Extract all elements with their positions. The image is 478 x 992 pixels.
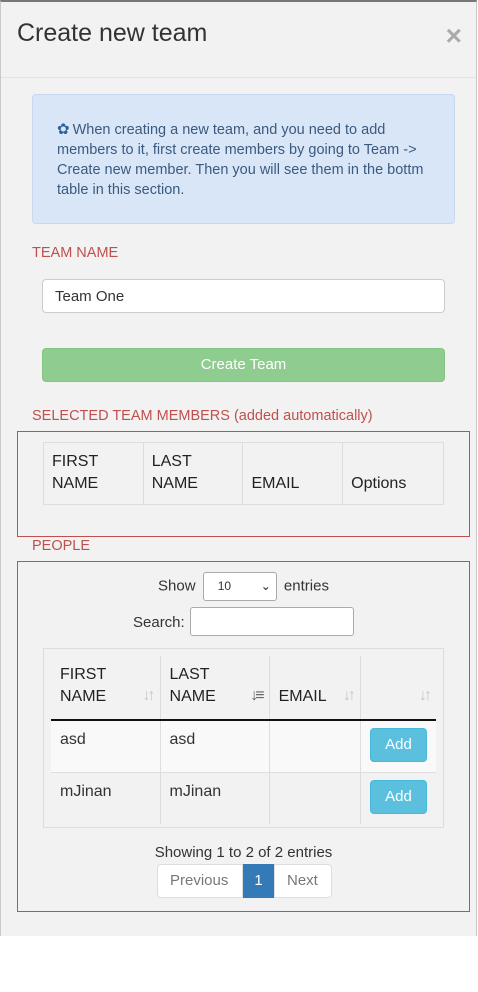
people-label: PEOPLE xyxy=(32,538,91,554)
create-team-button[interactable]: Create Team xyxy=(42,348,445,382)
create-team-modal: Create new team × ✿ When creating a new t… xyxy=(0,0,477,936)
close-icon[interactable]: × xyxy=(446,22,462,50)
cell-first-name: mJinan xyxy=(51,772,161,824)
column-header-options: Options xyxy=(342,442,444,505)
sort-icon: ↓↑ xyxy=(142,687,156,704)
modal-header: Create new team × xyxy=(1,2,476,78)
team-name-input[interactable] xyxy=(42,279,445,313)
show-label: Show xyxy=(158,577,196,595)
people-box: Show 10 ⌄ entries Search: FIRST NAME ↓↑ L… xyxy=(17,561,470,912)
selected-members-label: SELECTED TEAM MEMBERS (added automatical… xyxy=(32,408,373,424)
cell-email xyxy=(269,772,361,824)
column-header-action[interactable]: ↓↑ xyxy=(360,656,436,721)
add-button[interactable]: Add xyxy=(369,780,427,814)
selected-members-box: FIRST NAME LAST NAME EMAIL Options xyxy=(17,431,470,537)
chevron-down-icon: ⌄ xyxy=(260,579,271,593)
people-table: FIRST NAME ↓↑ LAST NAME ↓≡ EMAIL ↓↑ ↓↑ a… xyxy=(51,656,436,824)
table-header-row: FIRST NAME LAST NAME EMAIL Options xyxy=(43,442,444,505)
column-header-email[interactable]: EMAIL ↓↑ xyxy=(269,656,361,721)
length-select[interactable]: 10 ⌄ xyxy=(202,572,277,601)
column-header-last-name: LAST NAME xyxy=(142,442,244,505)
cell-last-name: mJinan xyxy=(160,772,270,824)
column-header-last-name[interactable]: LAST NAME ↓≡ xyxy=(160,656,270,721)
page-1-button[interactable]: 1 xyxy=(243,864,274,898)
people-table-wrapper: FIRST NAME ↓↑ LAST NAME ↓≡ EMAIL ↓↑ ↓↑ a… xyxy=(43,648,444,828)
modal-title: Create new team xyxy=(17,19,208,47)
team-name-label: TEAM NAME xyxy=(32,245,119,261)
sort-ascending-icon: ↓≡ xyxy=(250,687,264,704)
cell-email xyxy=(269,719,361,773)
gear-icon: ✿ xyxy=(57,121,70,138)
table-header-row: FIRST NAME ↓↑ LAST NAME ↓≡ EMAIL ↓↑ ↓↑ xyxy=(51,656,436,721)
column-header-first-name[interactable]: FIRST NAME ↓↑ xyxy=(51,656,161,721)
column-header-email: EMAIL xyxy=(242,442,344,505)
table-row: asd asd Add xyxy=(51,719,436,773)
sort-icon: ↓↑ xyxy=(342,687,356,704)
search-label: Search: xyxy=(133,614,185,631)
column-header-label: EMAIL xyxy=(278,688,327,705)
selected-members-table: FIRST NAME LAST NAME EMAIL Options xyxy=(43,442,444,505)
pagination: Previous 1 Next xyxy=(157,864,332,898)
cell-action: Add xyxy=(360,772,436,824)
length-value: 10 xyxy=(217,579,232,593)
cell-last-name: asd xyxy=(160,719,270,773)
table-info: Showing 1 to 2 of 2 entries xyxy=(154,844,333,861)
table-row: mJinan mJinan Add xyxy=(51,772,436,824)
length-control: Show 10 ⌄ entries xyxy=(18,572,469,601)
column-header-first-name: FIRST NAME xyxy=(43,442,144,505)
next-page-button[interactable]: Next xyxy=(274,864,332,898)
search-input[interactable] xyxy=(190,607,354,636)
entries-label: entries xyxy=(283,577,329,595)
add-button[interactable]: Add xyxy=(369,728,427,762)
cell-first-name: asd xyxy=(51,719,161,773)
info-text: When creating a new team, and you need t… xyxy=(57,122,424,198)
info-alert: ✿ When creating a new team, and you need … xyxy=(32,94,455,224)
column-header-label: FIRST NAME xyxy=(60,666,107,705)
previous-page-button[interactable]: Previous xyxy=(157,864,243,898)
cell-action: Add xyxy=(360,719,436,773)
sort-icon: ↓↑ xyxy=(419,687,432,704)
column-header-label: LAST NAME xyxy=(169,666,216,705)
